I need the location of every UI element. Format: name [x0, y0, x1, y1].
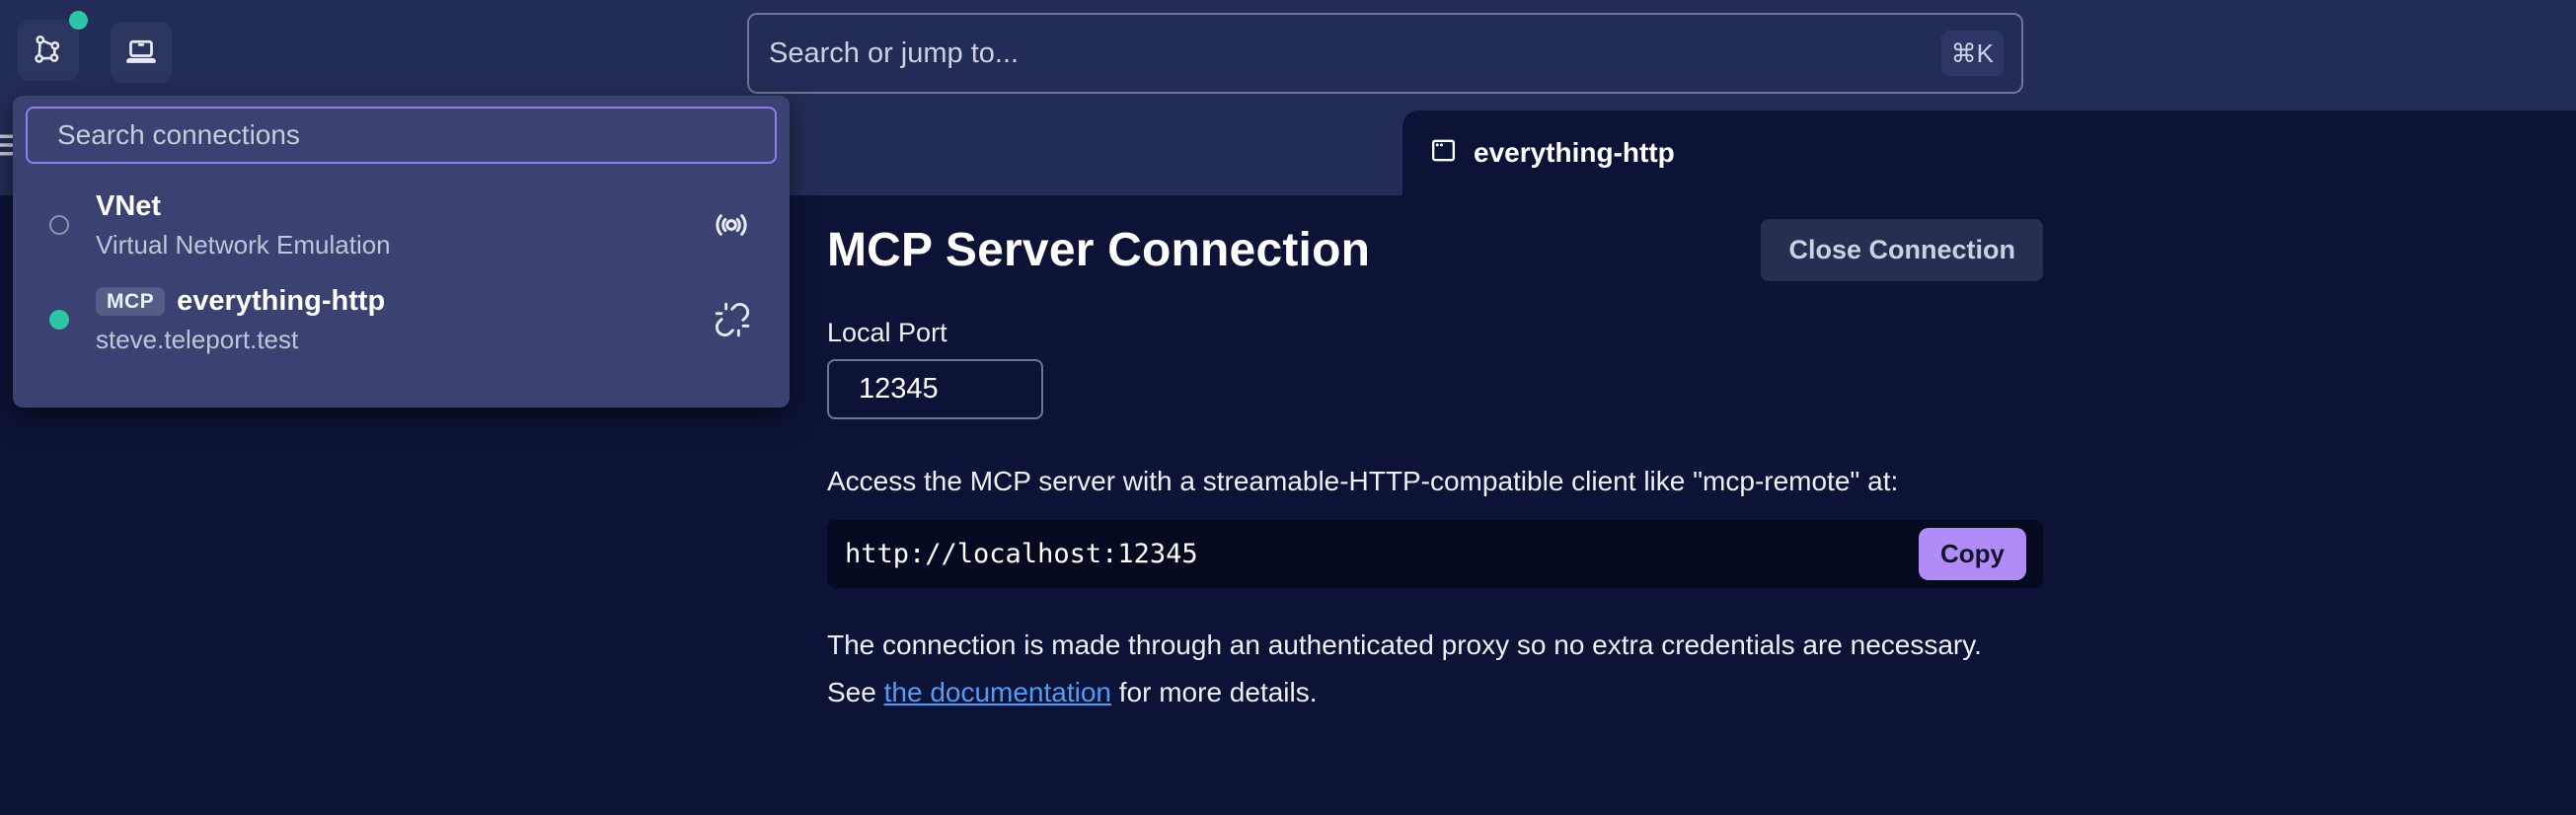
- list-item-everything-http[interactable]: MCP everything-http steve.teleport.test: [26, 272, 777, 367]
- vnet-subtitle: Virtual Network Emulation: [96, 229, 391, 259]
- endpoint-code-block: http://localhost:12345 Copy: [827, 520, 2043, 588]
- vnet-title: VNet: [96, 189, 162, 222]
- broadcast-icon: [712, 205, 751, 245]
- tab-everything-http[interactable]: everything-http: [1402, 111, 2576, 195]
- mcp-status-dot: [49, 310, 69, 330]
- global-search-placeholder: Search or jump to...: [769, 37, 1020, 69]
- endpoint-url: http://localhost:12345: [845, 539, 1198, 569]
- tab-label: everything-http: [1474, 137, 1675, 168]
- vnet-status-ring: [49, 215, 69, 235]
- mcp-badge: MCP: [96, 286, 166, 316]
- mcp-subtitle: steve.teleport.test: [96, 324, 299, 354]
- local-port-label: Local Port: [827, 318, 947, 347]
- mcp-connection-document: MCP Server Connection Close Connection L…: [827, 195, 2043, 815]
- connections-dropdown: VNet Virtual Network Emulation MCP: [13, 96, 790, 408]
- document-header: MCP Server Connection Close Connection: [827, 219, 2043, 281]
- top-bar: Search or jump to... ⌘K: [0, 0, 2576, 111]
- laptop-icon: [123, 34, 159, 72]
- unlink-icon[interactable]: [714, 301, 751, 338]
- page-title: MCP Server Connection: [827, 224, 1371, 276]
- access-instructions: Access the MCP server with a streamable-…: [827, 466, 1899, 496]
- shortcut-badge: ⌘K: [1940, 31, 2004, 76]
- vnet-running-dot: [69, 11, 88, 30]
- connections-button[interactable]: [18, 11, 88, 81]
- note-line2-prefix: See: [827, 677, 884, 707]
- proxy-note: The connection is made through an authen…: [827, 622, 1982, 716]
- list-item-vnet[interactable]: VNet Virtual Network Emulation: [26, 178, 777, 272]
- documentation-link[interactable]: the documentation: [884, 677, 1111, 707]
- note-line1: The connection is made through an authen…: [827, 630, 1982, 660]
- window-icon: [1428, 135, 1459, 171]
- local-machine-button[interactable]: [111, 22, 172, 83]
- local-port-input[interactable]: [827, 359, 1043, 419]
- network-hub-icon: [32, 33, 65, 69]
- note-line2-suffix: for more details.: [1111, 677, 1318, 707]
- copy-button[interactable]: Copy: [1919, 528, 2026, 580]
- app-window: Search or jump to... ⌘K everything-http …: [0, 0, 2576, 815]
- connections-search-input[interactable]: [26, 107, 777, 164]
- global-search-input[interactable]: Search or jump to... ⌘K: [747, 13, 2023, 94]
- mcp-title: everything-http: [177, 284, 386, 317]
- close-connection-button[interactable]: Close Connection: [1761, 219, 2043, 281]
